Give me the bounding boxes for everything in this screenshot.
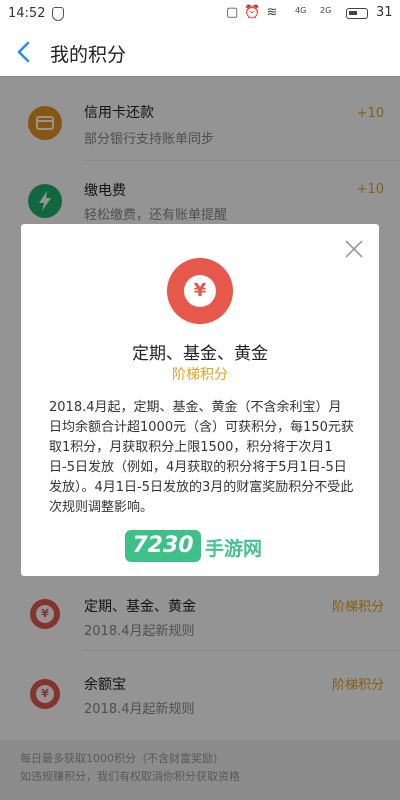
dialog-title: 定期、基金、黄金 [132,344,268,364]
site-watermark: 7230 手游网 [125,528,295,568]
back-arrow-icon[interactable] [14,41,34,63]
points-rule-dialog: ¥ 定期、基金、黄金 阶梯积分 2018.4月起，定期、基金、黄金（不含余利宝）… [21,224,379,576]
nav-bar: 我的积分 [0,28,400,77]
battery-level: 31 [376,5,393,20]
watermark-logo: 7230 [125,530,201,562]
dialog-body: 2018.4月起，定期、基金、黄金（不含余利宝）月日均余额合计超1000元（含）… [49,400,354,515]
page-title: 我的积分 [50,44,127,66]
dialog-subtitle: 阶梯积分 [172,367,228,383]
network-b-label: 2G [320,6,332,15]
watermark-text: 手游网 [205,538,263,560]
shield-icon [52,7,64,21]
close-icon[interactable] [343,238,365,260]
network-a-label: 4G [295,6,307,15]
status-time: 14:52 [8,6,46,21]
status-bar: 14:52 ▢⏰≋ 4G 2G 31 [0,0,400,28]
yuan-badge-icon: ¥ [167,258,233,324]
status-icons: ▢⏰≋ [226,5,284,20]
yuan-glyph: ¥ [184,275,216,307]
battery-icon [346,8,368,19]
